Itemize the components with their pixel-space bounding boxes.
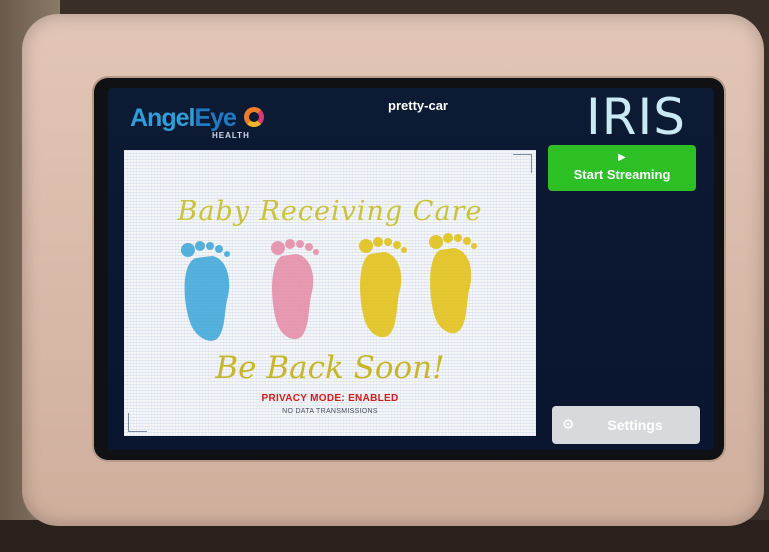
footprint-yellow-icon — [359, 237, 407, 338]
camera-preview: Baby Receiving Care Be Back Soon! PRIVAC… — [124, 150, 536, 436]
logo-text-angel: Angel — [130, 104, 195, 132]
play-icon: ▶ — [618, 152, 626, 163]
logo-ring-icon — [244, 107, 264, 127]
logo-wordmark: AngelEye — [130, 104, 237, 133]
footprint-blue-icon — [181, 241, 230, 341]
settings-label: Settings — [607, 417, 663, 433]
preview-tagline: Be Back Soon! — [215, 350, 445, 386]
transmission-status: NO DATA TRANSMISSIONS — [282, 408, 378, 415]
frame-corner — [513, 154, 532, 173]
settings-button[interactable]: ⚙ Settings — [552, 406, 700, 444]
brand-title: IRIS — [586, 88, 686, 146]
logo-text-eye: Eye — [194, 104, 236, 132]
frame-corner — [128, 413, 147, 432]
logo-subtitle: HEALTH — [212, 131, 250, 140]
preview-headline: Baby Receiving Care — [177, 196, 483, 227]
touch-screen: AngelEye HEALTH pretty-car IRIS ▶ Start … — [108, 88, 714, 450]
angeleye-logo: AngelEye HEALTH — [130, 104, 280, 144]
footprint-pink-icon — [271, 239, 319, 340]
device-name: pretty-car — [388, 98, 448, 113]
start-streaming-label: Start Streaming — [573, 167, 671, 182]
start-streaming-button[interactable]: ▶ Start Streaming — [548, 145, 696, 191]
footprint-yellow-icon — [429, 233, 477, 334]
privacy-status: PRIVACY MODE: ENABLED — [261, 393, 399, 404]
